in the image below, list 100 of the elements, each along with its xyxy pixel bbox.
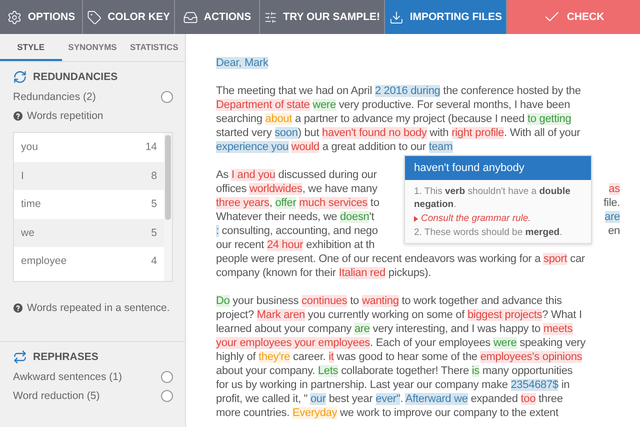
body-text: file. bbox=[604, 197, 620, 209]
body-text: exhibition at th bbox=[305, 239, 375, 251]
body-text: ) but bbox=[298, 127, 320, 139]
section-title: REPHRASES bbox=[33, 351, 98, 363]
highlighted-text[interactable]: about bbox=[265, 113, 292, 125]
scrollbar[interactable] bbox=[164, 133, 172, 281]
tray-icon bbox=[182, 10, 198, 24]
body-text: highly of bbox=[216, 351, 257, 363]
highlighted-text[interactable]: 2354687$ bbox=[510, 379, 558, 391]
radio-button[interactable] bbox=[161, 371, 173, 383]
body-text: to bbox=[369, 197, 380, 209]
tag-icon bbox=[87, 10, 102, 24]
section-title: REDUNDANCIES bbox=[33, 71, 118, 83]
body-text: expanded bbox=[470, 393, 519, 405]
body-text: we work to improve our company to the extent bbox=[339, 407, 558, 419]
highlighted-text[interactable]: Lets bbox=[318, 365, 338, 377]
highlighted-text[interactable]: wanting bbox=[362, 295, 399, 307]
sliders-icon bbox=[264, 10, 278, 24]
highlighted-text[interactable]: : bbox=[216, 225, 219, 237]
highlighted-text[interactable]: Everyday bbox=[292, 407, 338, 419]
word-row[interactable]: we 5 bbox=[14, 218, 164, 247]
body-text: career. bbox=[292, 351, 327, 363]
highlighted-text[interactable]: haven't found no body bbox=[322, 127, 427, 139]
body-text: pickups). bbox=[387, 267, 432, 279]
body-text: searching bbox=[216, 113, 264, 125]
body-text: to bbox=[349, 295, 360, 307]
body-text: ? What I bbox=[542, 309, 582, 321]
highlighted-text[interactable]: they're bbox=[258, 351, 290, 363]
highlighted-text[interactable]: biggest projects bbox=[467, 309, 542, 321]
highlighted-text[interactable]: Do bbox=[216, 295, 230, 307]
highlighted-text[interactable]: as bbox=[608, 183, 620, 195]
body-text: the conference hosted by the bbox=[442, 85, 581, 97]
body-text: very interesting, and I was happy to bbox=[372, 323, 542, 335]
highlighted-text[interactable]: ever" bbox=[376, 393, 400, 405]
highlighted-text[interactable]: it bbox=[328, 351, 334, 363]
highlighted-text[interactable]: to getting bbox=[527, 113, 572, 125]
body-text: your business bbox=[232, 295, 300, 307]
body-text: many opportunities bbox=[481, 365, 573, 377]
option-label: Awkward sentences (1) bbox=[13, 371, 122, 383]
highlighted-text[interactable]: 24 hour bbox=[266, 239, 304, 251]
option-label: Redundancies (2) bbox=[13, 91, 96, 103]
grammar-rule-link[interactable]: Consult the grammar rule. bbox=[414, 213, 582, 224]
highlighted-text[interactable]: I and you bbox=[231, 169, 276, 181]
body-text: very productive. For several months, I have been bbox=[338, 99, 570, 111]
help-icon bbox=[13, 303, 23, 313]
highlighted-text[interactable]: Afterward we bbox=[405, 393, 468, 405]
highlighted-text[interactable]: Italian red bbox=[338, 267, 386, 279]
highlighted-text[interactable]: soon bbox=[274, 127, 298, 139]
body-text: our recent bbox=[216, 239, 266, 251]
highlighted-text[interactable]: continues bbox=[302, 295, 348, 307]
body-text: . With all of your bbox=[504, 127, 580, 139]
highlighted-text[interactable]: your employees your employees bbox=[216, 337, 370, 349]
sidebar-tab[interactable]: SYNONYMS bbox=[62, 34, 124, 61]
highlighted-text[interactable]: are bbox=[604, 211, 620, 223]
highlighted-text[interactable]: would bbox=[291, 141, 320, 153]
body-text: more countries. bbox=[216, 407, 291, 419]
highlighted-text[interactable]: are bbox=[354, 323, 370, 335]
gear-icon bbox=[6, 10, 22, 24]
highlighted-text[interactable]: right profile bbox=[452, 127, 504, 139]
sidebar-tab[interactable]: STYLE bbox=[0, 34, 62, 61]
word-row[interactable]: I 8 bbox=[14, 162, 164, 190]
highlighted-text[interactable]: too bbox=[520, 393, 536, 405]
highlighted-text[interactable]: employees's opinions bbox=[480, 351, 582, 363]
radio-button[interactable] bbox=[161, 390, 173, 402]
highlighted-text[interactable]: Dear, Mark bbox=[216, 57, 268, 69]
highlighted-text[interactable]: 2 2016 during bbox=[374, 85, 440, 97]
highlighted-text[interactable]: offer bbox=[275, 197, 296, 209]
highlighted-text[interactable]: were bbox=[312, 99, 336, 111]
highlighted-text[interactable]: worldwides bbox=[249, 183, 302, 195]
help-icon bbox=[13, 111, 23, 121]
highlighted-text[interactable]: meets bbox=[543, 323, 573, 335]
body-text: As bbox=[216, 169, 230, 181]
highlighted-text[interactable]: Department of state bbox=[216, 99, 310, 111]
highlighted-text[interactable]: is bbox=[472, 365, 480, 377]
highlighted-text[interactable]: Mark aren bbox=[256, 309, 306, 321]
highlighted-text[interactable]: experience you bbox=[216, 141, 289, 153]
highlighted-text[interactable]: team bbox=[428, 141, 453, 153]
help-text: Words repeated in a sentence. bbox=[27, 302, 170, 314]
body-text: was good to hear some of the bbox=[336, 351, 478, 363]
body-text: a great addition to our bbox=[321, 141, 427, 153]
download-icon bbox=[389, 10, 404, 24]
toolbar-button[interactable]: CHECK bbox=[507, 0, 640, 34]
loop-arrows-icon bbox=[13, 70, 27, 84]
sidebar-tab[interactable]: STATISTICS bbox=[123, 34, 186, 61]
body-text: to work together and advance this bbox=[400, 295, 562, 307]
body-text: . Each of your employees bbox=[370, 337, 492, 349]
body-text: you currently working on some of bbox=[306, 309, 466, 321]
body-text: three bbox=[537, 393, 563, 405]
highlighted-text[interactable]: doesn bbox=[340, 211, 370, 223]
body-text: , we have many bbox=[302, 183, 378, 195]
highlighted-text[interactable]: three years bbox=[216, 197, 270, 209]
body-text: company (known for their bbox=[216, 267, 337, 279]
toolbar-button[interactable]: IMPORTING FILES bbox=[385, 0, 507, 34]
radio-button[interactable] bbox=[161, 91, 173, 103]
highlighted-text[interactable]: sport bbox=[543, 253, 568, 265]
body-text: a partner to advance my project (because I need bbox=[294, 113, 526, 125]
highlighted-text[interactable]: our bbox=[310, 393, 326, 405]
highlighted-text[interactable]: much services bbox=[299, 197, 368, 209]
body-text: car bbox=[569, 253, 585, 265]
highlighted-text[interactable]: were bbox=[493, 337, 517, 349]
